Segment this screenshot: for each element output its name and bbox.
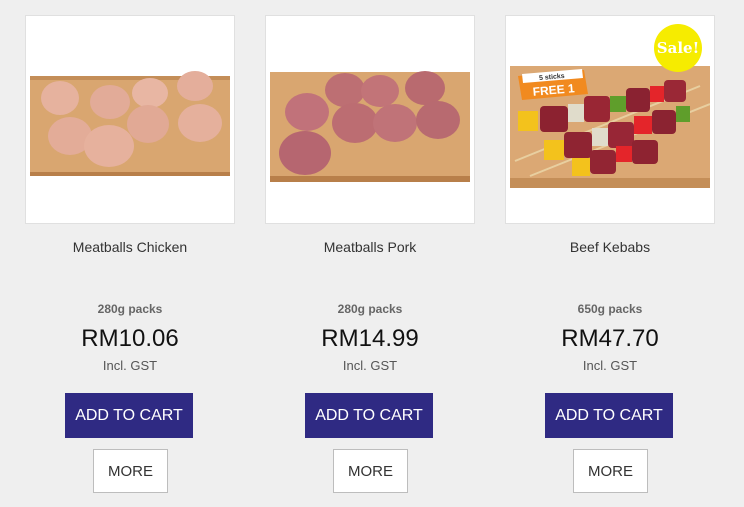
beef-kebabs-image: 5 sticks FREE 1 <box>510 66 710 188</box>
product-card-meatballs-pork: Meatballs Pork 280g packs RM14.99 Incl. … <box>250 0 490 507</box>
tax-note: Incl. GST <box>102 358 158 373</box>
pack-size: 650g packs <box>577 302 643 316</box>
product-card-beef-kebabs: 5 sticks FREE 1 Sale! Beef Kebabs 650g p… <box>490 0 730 507</box>
add-to-cart-button[interactable]: ADD TO CART <box>305 393 433 438</box>
add-to-cart-button[interactable]: ADD TO CART <box>545 393 673 438</box>
product-image-card[interactable] <box>265 15 475 224</box>
tax-note: Incl. GST <box>342 358 398 373</box>
add-to-cart-button[interactable]: ADD TO CART <box>65 393 193 438</box>
more-button[interactable]: MORE <box>93 449 168 493</box>
product-price: RM10.06 <box>81 325 179 352</box>
product-price: RM14.99 <box>321 325 419 352</box>
pack-size: 280g packs <box>97 302 163 316</box>
product-price: RM47.70 <box>561 325 659 352</box>
tax-note: Incl. GST <box>582 358 638 373</box>
sale-badge: Sale! <box>654 24 702 72</box>
meatballs-chicken-image <box>30 71 230 176</box>
product-card-meatballs-chicken: Meatballs Chicken 280g packs RM10.06 Inc… <box>10 0 250 507</box>
more-button[interactable]: MORE <box>573 449 648 493</box>
meatballs-pork-image <box>270 71 470 182</box>
product-name[interactable]: Meatballs Chicken <box>10 239 250 255</box>
product-image-card[interactable] <box>25 15 235 224</box>
pack-size: 280g packs <box>337 302 403 316</box>
more-button[interactable]: MORE <box>333 449 408 493</box>
product-image-card[interactable]: 5 sticks FREE 1 Sale! <box>505 15 715 224</box>
product-name[interactable]: Beef Kebabs <box>490 239 730 255</box>
product-name[interactable]: Meatballs Pork <box>250 239 490 255</box>
